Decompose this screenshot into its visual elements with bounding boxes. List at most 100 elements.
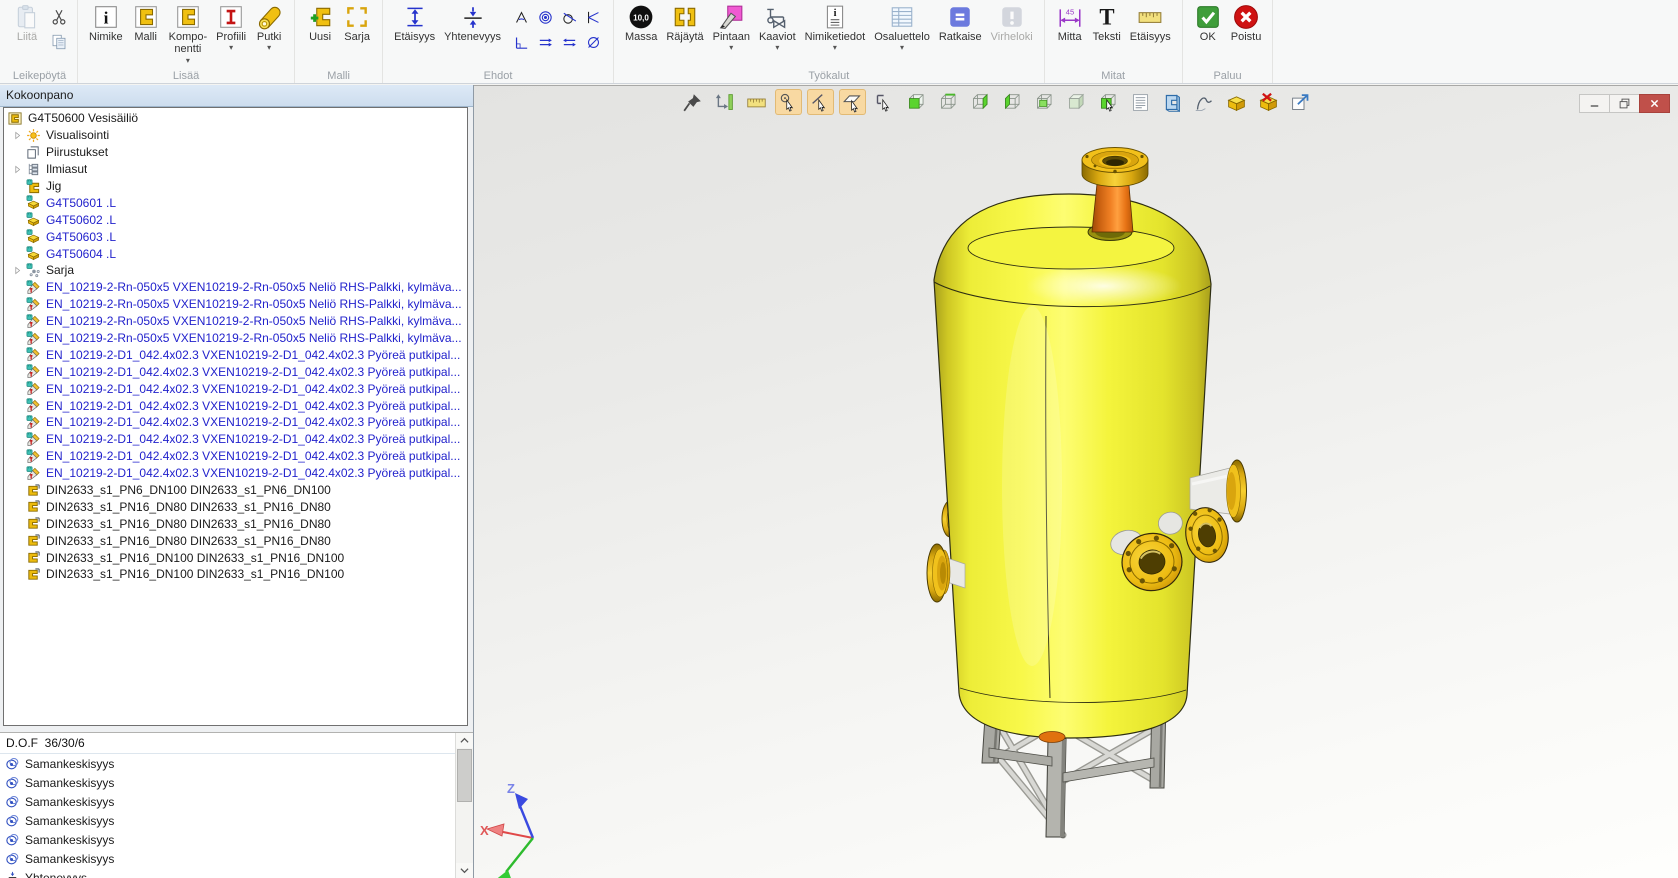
- tree-item-en-10219-2-d1-042-4x02-3[interactable]: EN_10219-2-D1_042.4x02.3 VXEN10219-2-D1_…: [4, 346, 467, 363]
- window-close-button[interactable]: [1639, 94, 1670, 113]
- tree-item-en-10219-2-d1-042-4x02-3[interactable]: EN_10219-2-D1_042.4x02.3 VXEN10219-2-D1_…: [4, 397, 467, 414]
- orbit-button[interactable]: [712, 90, 737, 114]
- tree-item-jig[interactable]: Jig: [4, 178, 467, 195]
- cut-button[interactable]: [48, 7, 70, 27]
- dof-item-samankeskisyys[interactable]: Samankeskisyys: [0, 792, 455, 811]
- scroll-down-button[interactable]: [456, 863, 473, 878]
- dof-item-samankeskisyys[interactable]: Samankeskisyys: [0, 849, 455, 868]
- tree-item-g4t50601[interactable]: G4T50601 .L: [4, 194, 467, 211]
- cube-wireframe-button[interactable]: [936, 90, 961, 114]
- bottom-fitting[interactable]: [1039, 732, 1065, 743]
- component-3d-button[interactable]: [1160, 90, 1185, 114]
- window-minimize-button[interactable]: [1579, 94, 1610, 113]
- wire-curve-button[interactable]: [1192, 90, 1217, 114]
- dof-item-samankeskisyys[interactable]: Samankeskisyys: [0, 830, 455, 849]
- tree-item-din2633-s1-pn16-dn80[interactable]: DIN2633_s1_PN16_DN80 DIN2633_s1_PN16_DN8…: [4, 515, 467, 532]
- select-point-button[interactable]: [776, 90, 801, 114]
- dof-item-samankeskisyys[interactable]: Samankeskisyys: [0, 773, 455, 792]
- r-j-yt-button[interactable]: Räjäytä: [662, 1, 707, 43]
- midpoint-constraint-button[interactable]: [582, 5, 606, 30]
- profiili-button[interactable]: Profiili▾: [212, 1, 250, 52]
- tree-item-visualisointi[interactable]: Visualisointi: [4, 127, 467, 144]
- box-open-button[interactable]: [1224, 90, 1249, 114]
- tree-item-en-10219-2-rn-050x5[interactable]: EN_10219-2-Rn-050x5 VXEN10219-2-Rn-050x5…: [4, 330, 467, 347]
- select-edge-line-button[interactable]: [808, 90, 833, 114]
- cube-shaded-button[interactable]: [1064, 90, 1089, 114]
- top-flange[interactable]: [1082, 148, 1148, 187]
- notes-list-button[interactable]: [1128, 90, 1153, 114]
- dof-scrollbar[interactable]: [455, 733, 473, 878]
- virheloki-button[interactable]: Virheloki: [987, 1, 1037, 43]
- cube-section-button[interactable]: [1032, 90, 1057, 114]
- tree-item-din2633-s1-pn16-dn80[interactable]: DIN2633_s1_PN16_DN80 DIN2633_s1_PN16_DN8…: [4, 532, 467, 549]
- select-face-button[interactable]: [840, 90, 865, 114]
- cube-select-button[interactable]: [1096, 90, 1121, 114]
- tree-item-din2633-s1-pn16-dn80[interactable]: DIN2633_s1_PN16_DN80 DIN2633_s1_PN16_DN8…: [4, 498, 467, 515]
- teksti-button[interactable]: TTeksti: [1089, 1, 1125, 43]
- dof-item-yhtenevyys[interactable]: Yhtenevyys: [0, 868, 455, 878]
- pin-button[interactable]: [680, 90, 705, 114]
- nimike-button[interactable]: iNimike: [85, 1, 127, 43]
- kompo-nentti-button[interactable]: Kompo- nentti▾: [165, 1, 212, 65]
- tree-item-g4t50602[interactable]: G4T50602 .L: [4, 211, 467, 228]
- tree-item-en-10219-2-d1-042-4x02-3[interactable]: EN_10219-2-D1_042.4x02.3 VXEN10219-2-D1_…: [4, 465, 467, 482]
- tree-item-g4t50600[interactable]: G4T50600 Vesisäiliö: [4, 110, 467, 127]
- uusi-button[interactable]: Uusi: [302, 1, 338, 43]
- scrollbar-thumb[interactable]: [457, 749, 472, 802]
- tree-item-piirustukset[interactable]: Piirustukset: [4, 144, 467, 161]
- cube-face-left-button[interactable]: [1000, 90, 1025, 114]
- ok-button[interactable]: OK: [1190, 1, 1226, 43]
- tree-item-en-10219-2-rn-050x5[interactable]: EN_10219-2-Rn-050x5 VXEN10219-2-Rn-050x5…: [4, 279, 467, 296]
- cube-solid-button[interactable]: [904, 90, 929, 114]
- expand-arrow-icon[interactable]: [12, 164, 26, 175]
- et-isyys-button[interactable]: Etäisyys: [1126, 1, 1175, 43]
- expand-arrow-icon[interactable]: [12, 130, 26, 141]
- export-view-button[interactable]: [1288, 90, 1313, 114]
- sarja-button[interactable]: Sarja: [339, 1, 375, 43]
- tangent-constraint-button[interactable]: [558, 5, 582, 30]
- box-delete-button[interactable]: [1256, 90, 1281, 114]
- equal-constraint-button[interactable]: [558, 30, 582, 55]
- tank-body[interactable]: [934, 194, 1211, 738]
- tree-item-ilmiasut[interactable]: Ilmiasut: [4, 161, 467, 178]
- kaaviot-button[interactable]: Kaaviot▾: [755, 1, 800, 52]
- perpendicular-constraint-button[interactable]: [510, 30, 534, 55]
- viewport-3d[interactable]: X Z: [474, 85, 1678, 878]
- tree-item-din2633-s1-pn6-dn100[interactable]: DIN2633_s1_PN6_DN100 DIN2633_s1_PN6_DN10…: [4, 482, 467, 499]
- cube-face-right-button[interactable]: [968, 90, 993, 114]
- tree-item-en-10219-2-rn-050x5[interactable]: EN_10219-2-Rn-050x5 VXEN10219-2-Rn-050x5…: [4, 313, 467, 330]
- tree-item-g4t50604[interactable]: G4T50604 .L: [4, 245, 467, 262]
- et-isyys-button[interactable]: Etäisyys: [390, 1, 439, 43]
- tree-item-en-10219-2-d1-042-4x02-3[interactable]: EN_10219-2-D1_042.4x02.3 VXEN10219-2-D1_…: [4, 414, 467, 431]
- dof-item-samankeskisyys[interactable]: Samankeskisyys: [0, 811, 455, 830]
- angle-constraint-button[interactable]: [510, 5, 534, 30]
- yhtenevyys-button[interactable]: Yhtenevyys: [440, 1, 505, 43]
- tree-item-en-10219-2-d1-042-4x02-3[interactable]: EN_10219-2-D1_042.4x02.3 VXEN10219-2-D1_…: [4, 431, 467, 448]
- malli-button[interactable]: Malli: [128, 1, 164, 43]
- tree-item-en-10219-2-d1-042-4x02-3[interactable]: EN_10219-2-D1_042.4x02.3 VXEN10219-2-D1_…: [4, 448, 467, 465]
- tree-item-g4t50603[interactable]: G4T50603 .L: [4, 228, 467, 245]
- tree-item-sarja[interactable]: Sarja: [4, 262, 467, 279]
- poistu-button[interactable]: Poistu: [1227, 1, 1266, 43]
- fix-constraint-button[interactable]: [582, 30, 606, 55]
- putki-button[interactable]: Putki▾: [251, 1, 287, 52]
- liit-button[interactable]: Liitä: [9, 1, 45, 43]
- tree-item-en-10219-2-d1-042-4x02-3[interactable]: EN_10219-2-D1_042.4x02.3 VXEN10219-2-D1_…: [4, 380, 467, 397]
- massa-button[interactable]: 10,0Massa: [621, 1, 661, 43]
- tree-item-en-10219-2-rn-050x5[interactable]: EN_10219-2-Rn-050x5 VXEN10219-2-Rn-050x5…: [4, 296, 467, 313]
- dof-item-samankeskisyys[interactable]: Samankeskisyys: [0, 754, 455, 773]
- select-feature-button[interactable]: [872, 90, 897, 114]
- tree-item-en-10219-2-d1-042-4x02-3[interactable]: EN_10219-2-D1_042.4x02.3 VXEN10219-2-D1_…: [4, 363, 467, 380]
- scroll-up-button[interactable]: [456, 733, 473, 748]
- pintaan-button[interactable]: Pintaan▾: [709, 1, 754, 52]
- window-restore-button[interactable]: [1609, 94, 1640, 113]
- mitta-button[interactable]: 45Mitta: [1052, 1, 1088, 43]
- copy-button[interactable]: [48, 32, 70, 52]
- parallel-constraint-button[interactable]: [534, 30, 558, 55]
- tree-item-din2633-s1-pn16-dn100[interactable]: DIN2633_s1_PN16_DN100 DIN2633_s1_PN16_DN…: [4, 566, 467, 583]
- measure-ruler-button[interactable]: [744, 90, 769, 114]
- expand-arrow-icon[interactable]: [12, 265, 26, 276]
- osaluettelo-button[interactable]: Osaluettelo▾: [870, 1, 934, 52]
- ratkaise-button[interactable]: Ratkaise: [935, 1, 986, 43]
- concentric-constraint-button[interactable]: [534, 5, 558, 30]
